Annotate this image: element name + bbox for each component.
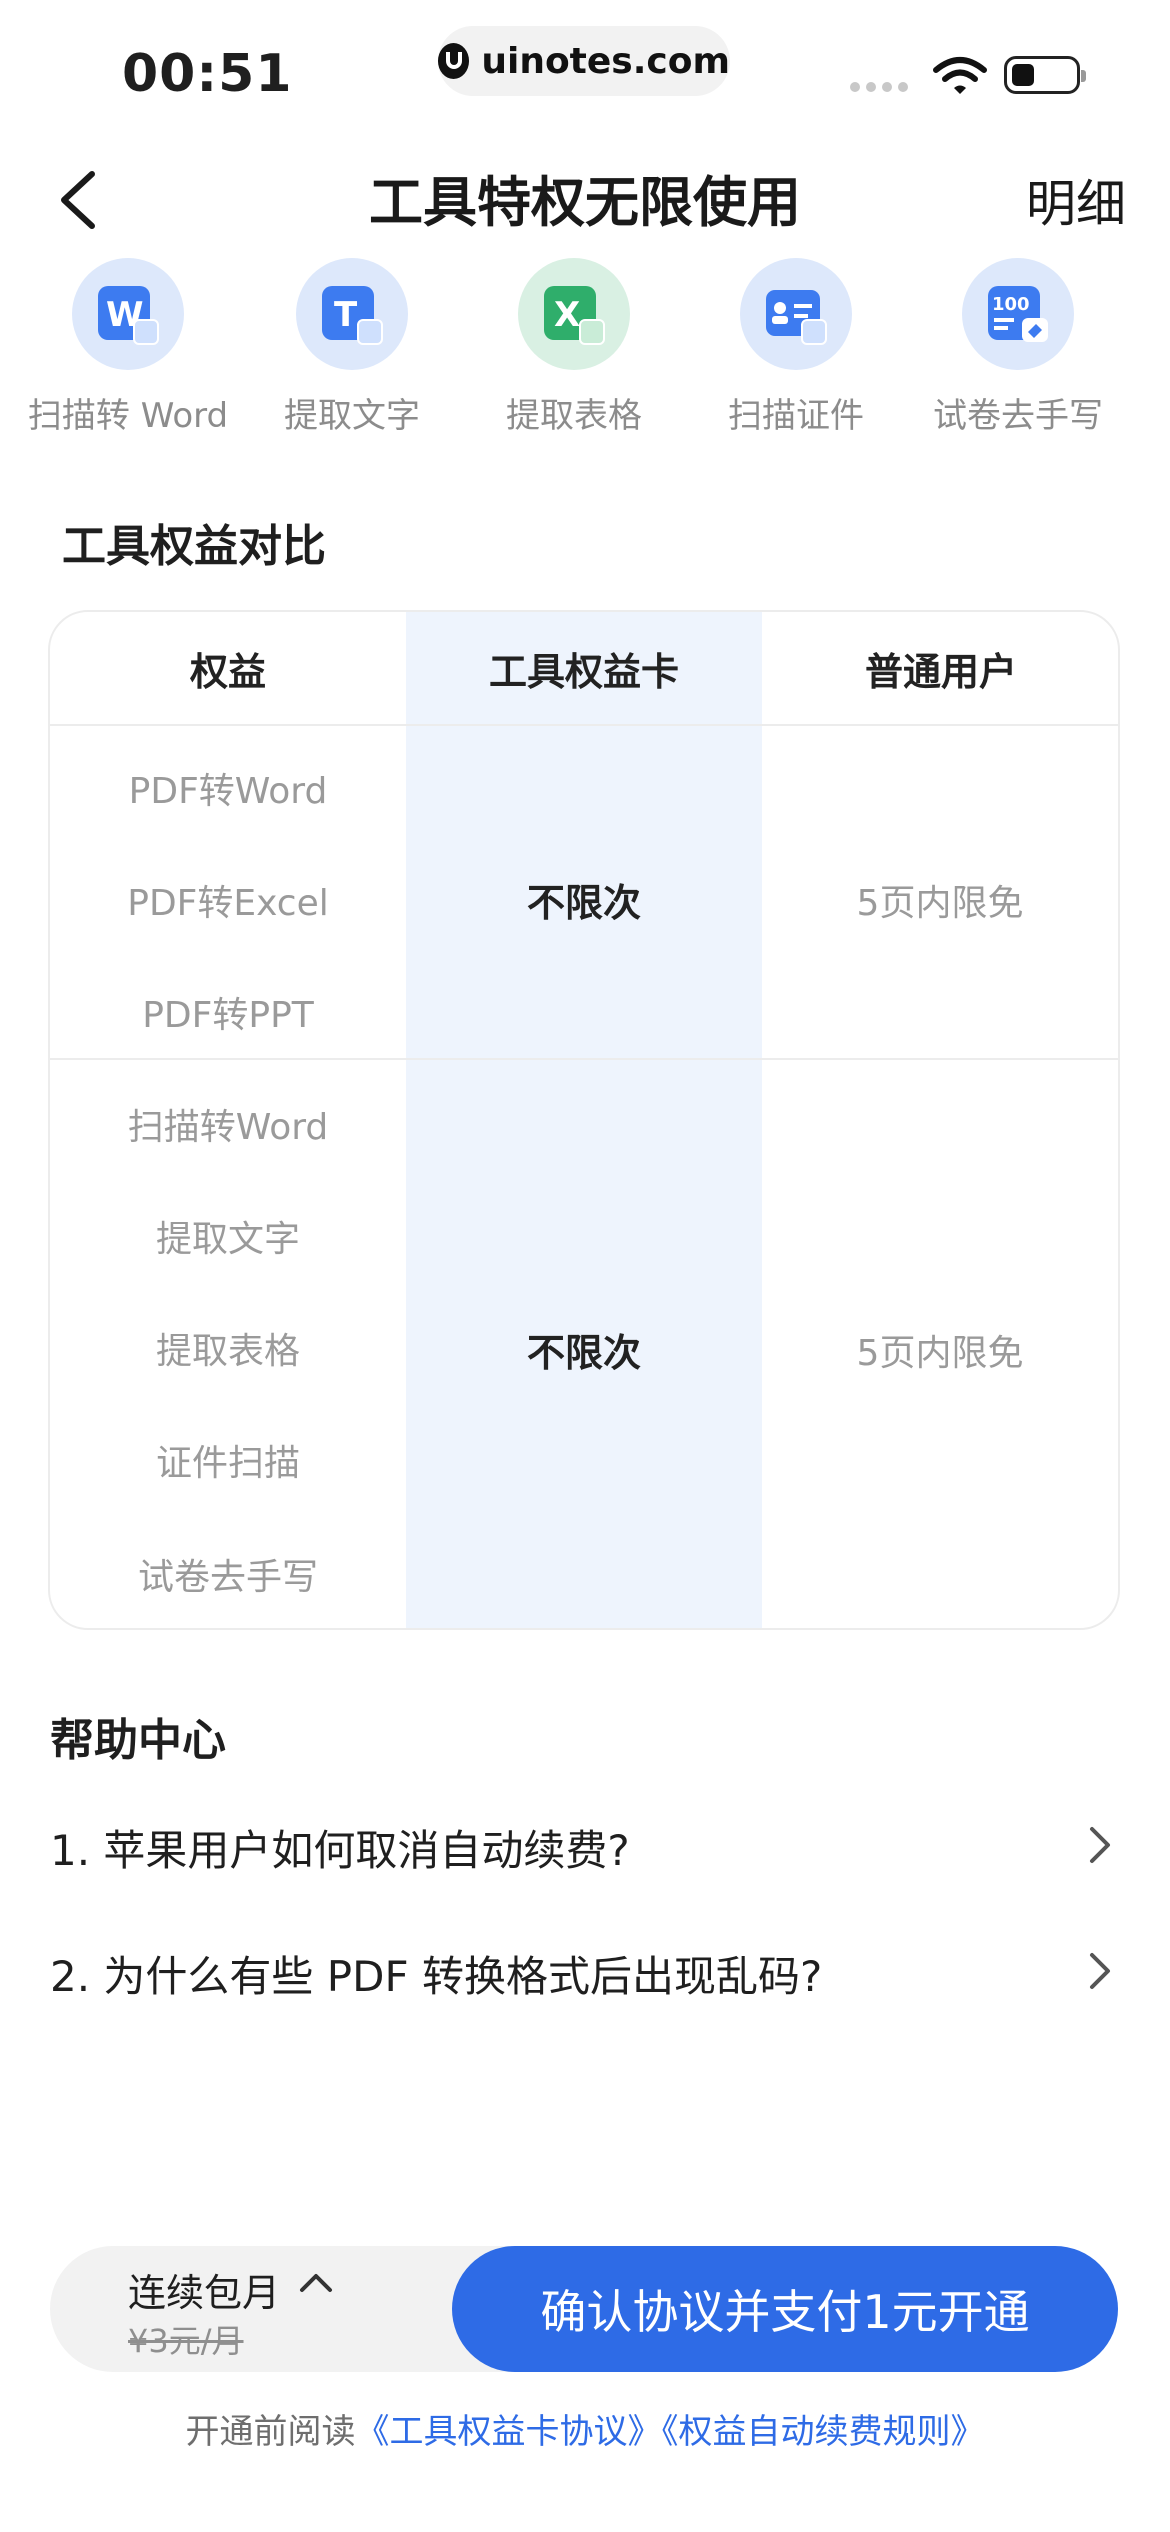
tool-extract-text[interactable]: T 提取文字 (232, 258, 472, 437)
extract-table-icon: X (518, 258, 630, 370)
faq-item[interactable]: 1. 苹果用户如何取消自动续费? (50, 1802, 1120, 1892)
tool-label: 提取表格 (506, 396, 642, 436)
feature-item: 试卷去手写 (137, 1557, 318, 1598)
url-pill[interactable]: uinotes.com (438, 26, 730, 96)
highlight-column (406, 612, 762, 1628)
url-text: uinotes.com (481, 40, 730, 82)
extract-text-icon: T (296, 258, 408, 370)
svg-text:100: 100 (992, 294, 1030, 315)
feature-item: 扫描转Word (127, 1107, 329, 1148)
feature-item: 提取文字 (155, 1219, 300, 1260)
chevron-up-icon[interactable] (296, 2268, 336, 2302)
svg-text:T: T (334, 295, 358, 335)
header-tool-card: 工具权益卡 (488, 649, 679, 694)
card-value: 不限次 (526, 1331, 641, 1375)
compare-table: 权益 工具权益卡 普通用户 PDF转Word PDF转Excel PDF转PPT… (48, 610, 1120, 1630)
tool-label: 扫描证件 (728, 396, 864, 436)
agreement-text: 开通前阅读《工具权益卡协议》《权益自动续费规则》 (0, 2404, 1170, 2453)
battery-icon (1004, 56, 1086, 94)
help-title: 帮助中心 (50, 1715, 226, 1766)
tool-scan-id[interactable]: 扫描证件 (676, 258, 916, 437)
chevron-right-icon (1080, 1949, 1120, 1997)
divider (50, 1058, 1118, 1060)
faq-question: 1. 苹果用户如何取消自动续费? (50, 1825, 630, 1875)
tool-scan-to-word[interactable]: W 扫描转 Word (8, 258, 248, 437)
page-title: 工具特权无限使用 (369, 171, 801, 234)
status-time: 00:51 (122, 44, 293, 104)
plan-price: ¥3元/月 (128, 2322, 244, 2360)
remove-handwriting-icon: 100 (962, 258, 1074, 370)
faq-question: 2. 为什么有些 PDF 转换格式后出现乱码? (50, 1951, 823, 2001)
svg-text:X: X (554, 295, 580, 335)
plan-name: 连续包月 (128, 2271, 281, 2315)
divider (50, 724, 1118, 726)
faq-item[interactable]: 2. 为什么有些 PDF 转换格式后出现乱码? (50, 1928, 1120, 2018)
chevron-right-icon (1080, 1823, 1120, 1871)
card-value: 不限次 (526, 881, 641, 925)
tool-label: 扫描转 Word (27, 396, 229, 436)
pay-button[interactable]: 确认协议并支付1元开通 (452, 2246, 1118, 2372)
normal-value: 5页内限免 (856, 883, 1024, 924)
feature-item: PDF转Word (128, 771, 328, 812)
header-benefit: 权益 (189, 649, 266, 694)
feature-item: 提取表格 (155, 1331, 300, 1372)
tool-extract-table[interactable]: X 提取表格 (454, 258, 694, 437)
site-icon (438, 43, 470, 79)
wifi-icon (932, 56, 988, 100)
auto-renew-rules-link[interactable]: 《权益自动续费规则》 (662, 2412, 985, 2452)
tool-remove-handwriting[interactable]: 100 试卷去手写 (898, 258, 1138, 437)
feature-item: 证件扫描 (155, 1443, 300, 1484)
feature-item: PDF转Excel (127, 883, 329, 924)
header-normal-user: 普通用户 (864, 649, 1017, 694)
tool-label: 提取文字 (284, 396, 420, 436)
compare-title: 工具权益对比 (62, 521, 326, 572)
feature-item: PDF转PPT (142, 995, 314, 1036)
tool-card-agreement-link[interactable]: 《工具权益卡协议》 (356, 2412, 662, 2452)
scan-to-word-icon: W (72, 258, 184, 370)
tool-label: 试卷去手写 (933, 396, 1103, 436)
normal-value: 5页内限免 (856, 1333, 1024, 1374)
detail-button[interactable]: 明细 (1026, 164, 1126, 236)
agreement-prefix: 开通前阅读 (185, 2412, 356, 2452)
signal-icon (850, 82, 908, 92)
scan-id-icon (740, 258, 852, 370)
